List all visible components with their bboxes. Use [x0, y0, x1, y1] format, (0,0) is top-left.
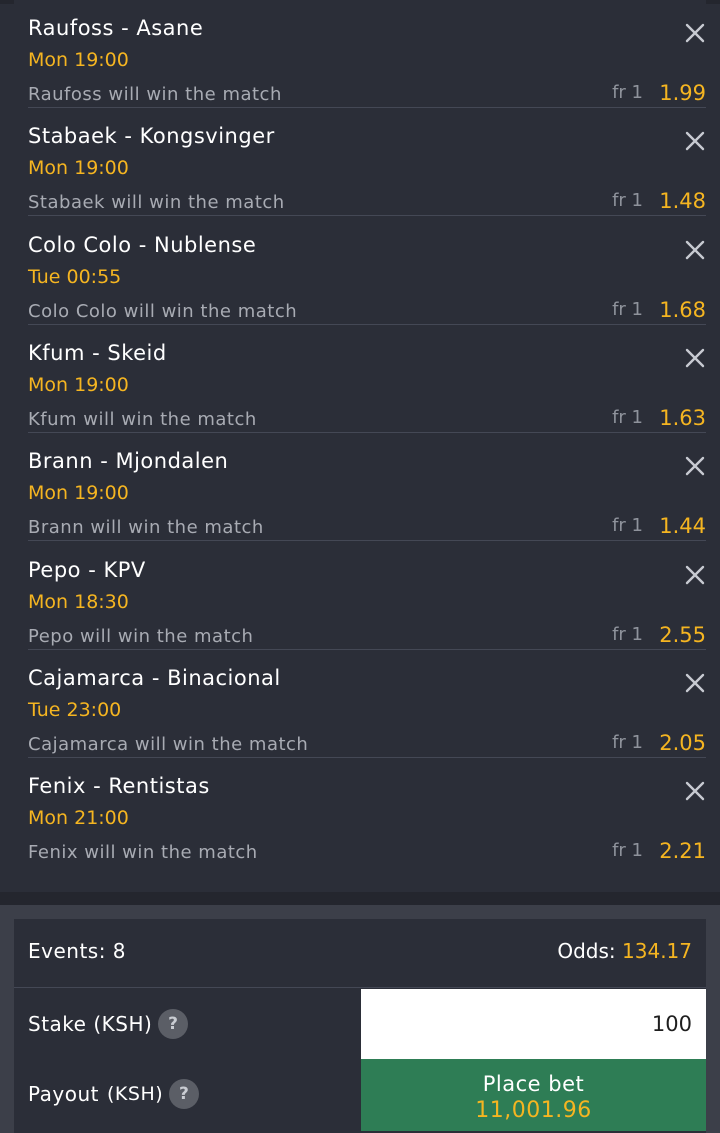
- match-name: Cajamarca - Binacional: [28, 666, 281, 690]
- place-bet-label: Place bet: [482, 1071, 585, 1096]
- betslip-summary: Events: 8 Odds: 134.17 Stake (KSH) ? Pay…: [0, 905, 720, 1133]
- odds-value: 1.48: [659, 189, 706, 213]
- fr-label: fr 1: [612, 407, 643, 428]
- payout-amount: 11,001.96: [475, 1097, 592, 1123]
- odds-value: 2.55: [659, 623, 706, 647]
- match-time: Mon 18:30: [28, 591, 129, 613]
- payout-currency: (KSH): [107, 1083, 164, 1105]
- bet-item: Cajamarca - Binacional Tue 23:00 Cajamarca…: [28, 650, 706, 758]
- bet-item: Stabaek - Kongsvinger Mon 19:00 Stabaek wi…: [28, 108, 706, 216]
- payout-row: Payout (KSH) ? Place bet 11,001.96: [14, 1059, 706, 1133]
- bet-item: Brann - Mjondalen Mon 19:00 Brann will win…: [28, 433, 706, 541]
- payout-label: Payout: [28, 1082, 100, 1106]
- match-time: Mon 19:00: [28, 482, 129, 504]
- match-name: Kfum - Skeid: [28, 341, 167, 365]
- close-icon[interactable]: [684, 347, 706, 369]
- odds-value: 1.99: [659, 81, 706, 105]
- bet-item: Pepo - KPV Mon 18:30 Pepo will win the mat…: [28, 542, 706, 650]
- bet-item: Kfum - Skeid Mon 19:00 Kfum will win the m…: [28, 325, 706, 433]
- selection-text: Fenix will win the match: [28, 842, 258, 863]
- fr-label: fr 1: [612, 732, 643, 753]
- bet-item: Colo Colo - Nublense Tue 00:55 Colo Colo w…: [28, 217, 706, 325]
- bet-item: Raufoss - Asane Mon 19:00 Raufoss will win…: [28, 0, 706, 108]
- divider: [0, 892, 720, 905]
- selection-text: Pepo will win the match: [28, 626, 254, 647]
- match-time: Tue 23:00: [28, 699, 122, 721]
- match-name: Raufoss - Asane: [28, 16, 204, 40]
- total-odds: Odds: 134.17: [557, 939, 692, 963]
- stake-label: Stake (KSH): [28, 1012, 153, 1036]
- match-time: Mon 19:00: [28, 49, 129, 71]
- close-icon[interactable]: [684, 455, 706, 477]
- events-count: Events: 8: [28, 939, 127, 963]
- close-icon[interactable]: [684, 130, 706, 152]
- selection-text: Kfum will win the match: [28, 409, 257, 430]
- fr-label: fr 1: [612, 840, 643, 861]
- payout-label-group: Payout (KSH) ?: [28, 1079, 200, 1109]
- fr-label: fr 1: [612, 82, 643, 103]
- match-name: Brann - Mjondalen: [28, 449, 229, 473]
- fr-label: fr 1: [612, 515, 643, 536]
- place-bet-button[interactable]: Place bet 11,001.96: [361, 1059, 706, 1131]
- odds-value: 1.68: [659, 298, 706, 322]
- selection-text: Brann will win the match: [28, 517, 264, 538]
- odds-value: 2.21: [659, 839, 706, 863]
- selection-text: Stabaek will win the match: [28, 192, 285, 213]
- close-icon[interactable]: [684, 564, 706, 586]
- match-time: Mon 21:00: [28, 807, 129, 829]
- bet-item: Fenix - Rentistas Mon 21:00 Fenix will win…: [28, 758, 706, 866]
- total-odds-label: Odds:: [557, 939, 616, 963]
- events-row: Events: 8 Odds: 134.17: [14, 919, 706, 988]
- match-name: Stabaek - Kongsvinger: [28, 124, 275, 148]
- fr-label: fr 1: [612, 624, 643, 645]
- close-icon[interactable]: [684, 780, 706, 802]
- selection-text: Cajamarca will win the match: [28, 734, 309, 755]
- help-icon[interactable]: ?: [158, 1009, 189, 1039]
- help-icon[interactable]: ?: [169, 1079, 200, 1109]
- stake-input[interactable]: [361, 989, 706, 1059]
- close-icon[interactable]: [684, 672, 706, 694]
- match-name: Pepo - KPV: [28, 558, 146, 582]
- match-time: Mon 19:00: [28, 157, 129, 179]
- summary-panel: Events: 8 Odds: 134.17 Stake (KSH) ? Pay…: [14, 919, 706, 1133]
- odds-value: 1.63: [659, 406, 706, 430]
- stake-row: Stake (KSH) ?: [14, 989, 706, 1059]
- total-odds-value: 134.17: [622, 939, 692, 963]
- fr-label: fr 1: [612, 190, 643, 211]
- selection-text: Colo Colo will win the match: [28, 301, 298, 322]
- odds-value: 1.44: [659, 514, 706, 538]
- selection-text: Raufoss will win the match: [28, 84, 282, 105]
- stake-label-group: Stake (KSH) ?: [28, 1009, 189, 1039]
- match-name: Fenix - Rentistas: [28, 774, 210, 798]
- match-name: Colo Colo - Nublense: [28, 233, 257, 257]
- fr-label: fr 1: [612, 299, 643, 320]
- odds-value: 2.05: [659, 731, 706, 755]
- match-time: Tue 00:55: [28, 266, 122, 288]
- betslip-list: Raufoss - Asane Mon 19:00 Raufoss will win…: [14, 0, 706, 892]
- close-icon[interactable]: [684, 22, 706, 44]
- close-icon[interactable]: [684, 239, 706, 261]
- match-time: Mon 19:00: [28, 374, 129, 396]
